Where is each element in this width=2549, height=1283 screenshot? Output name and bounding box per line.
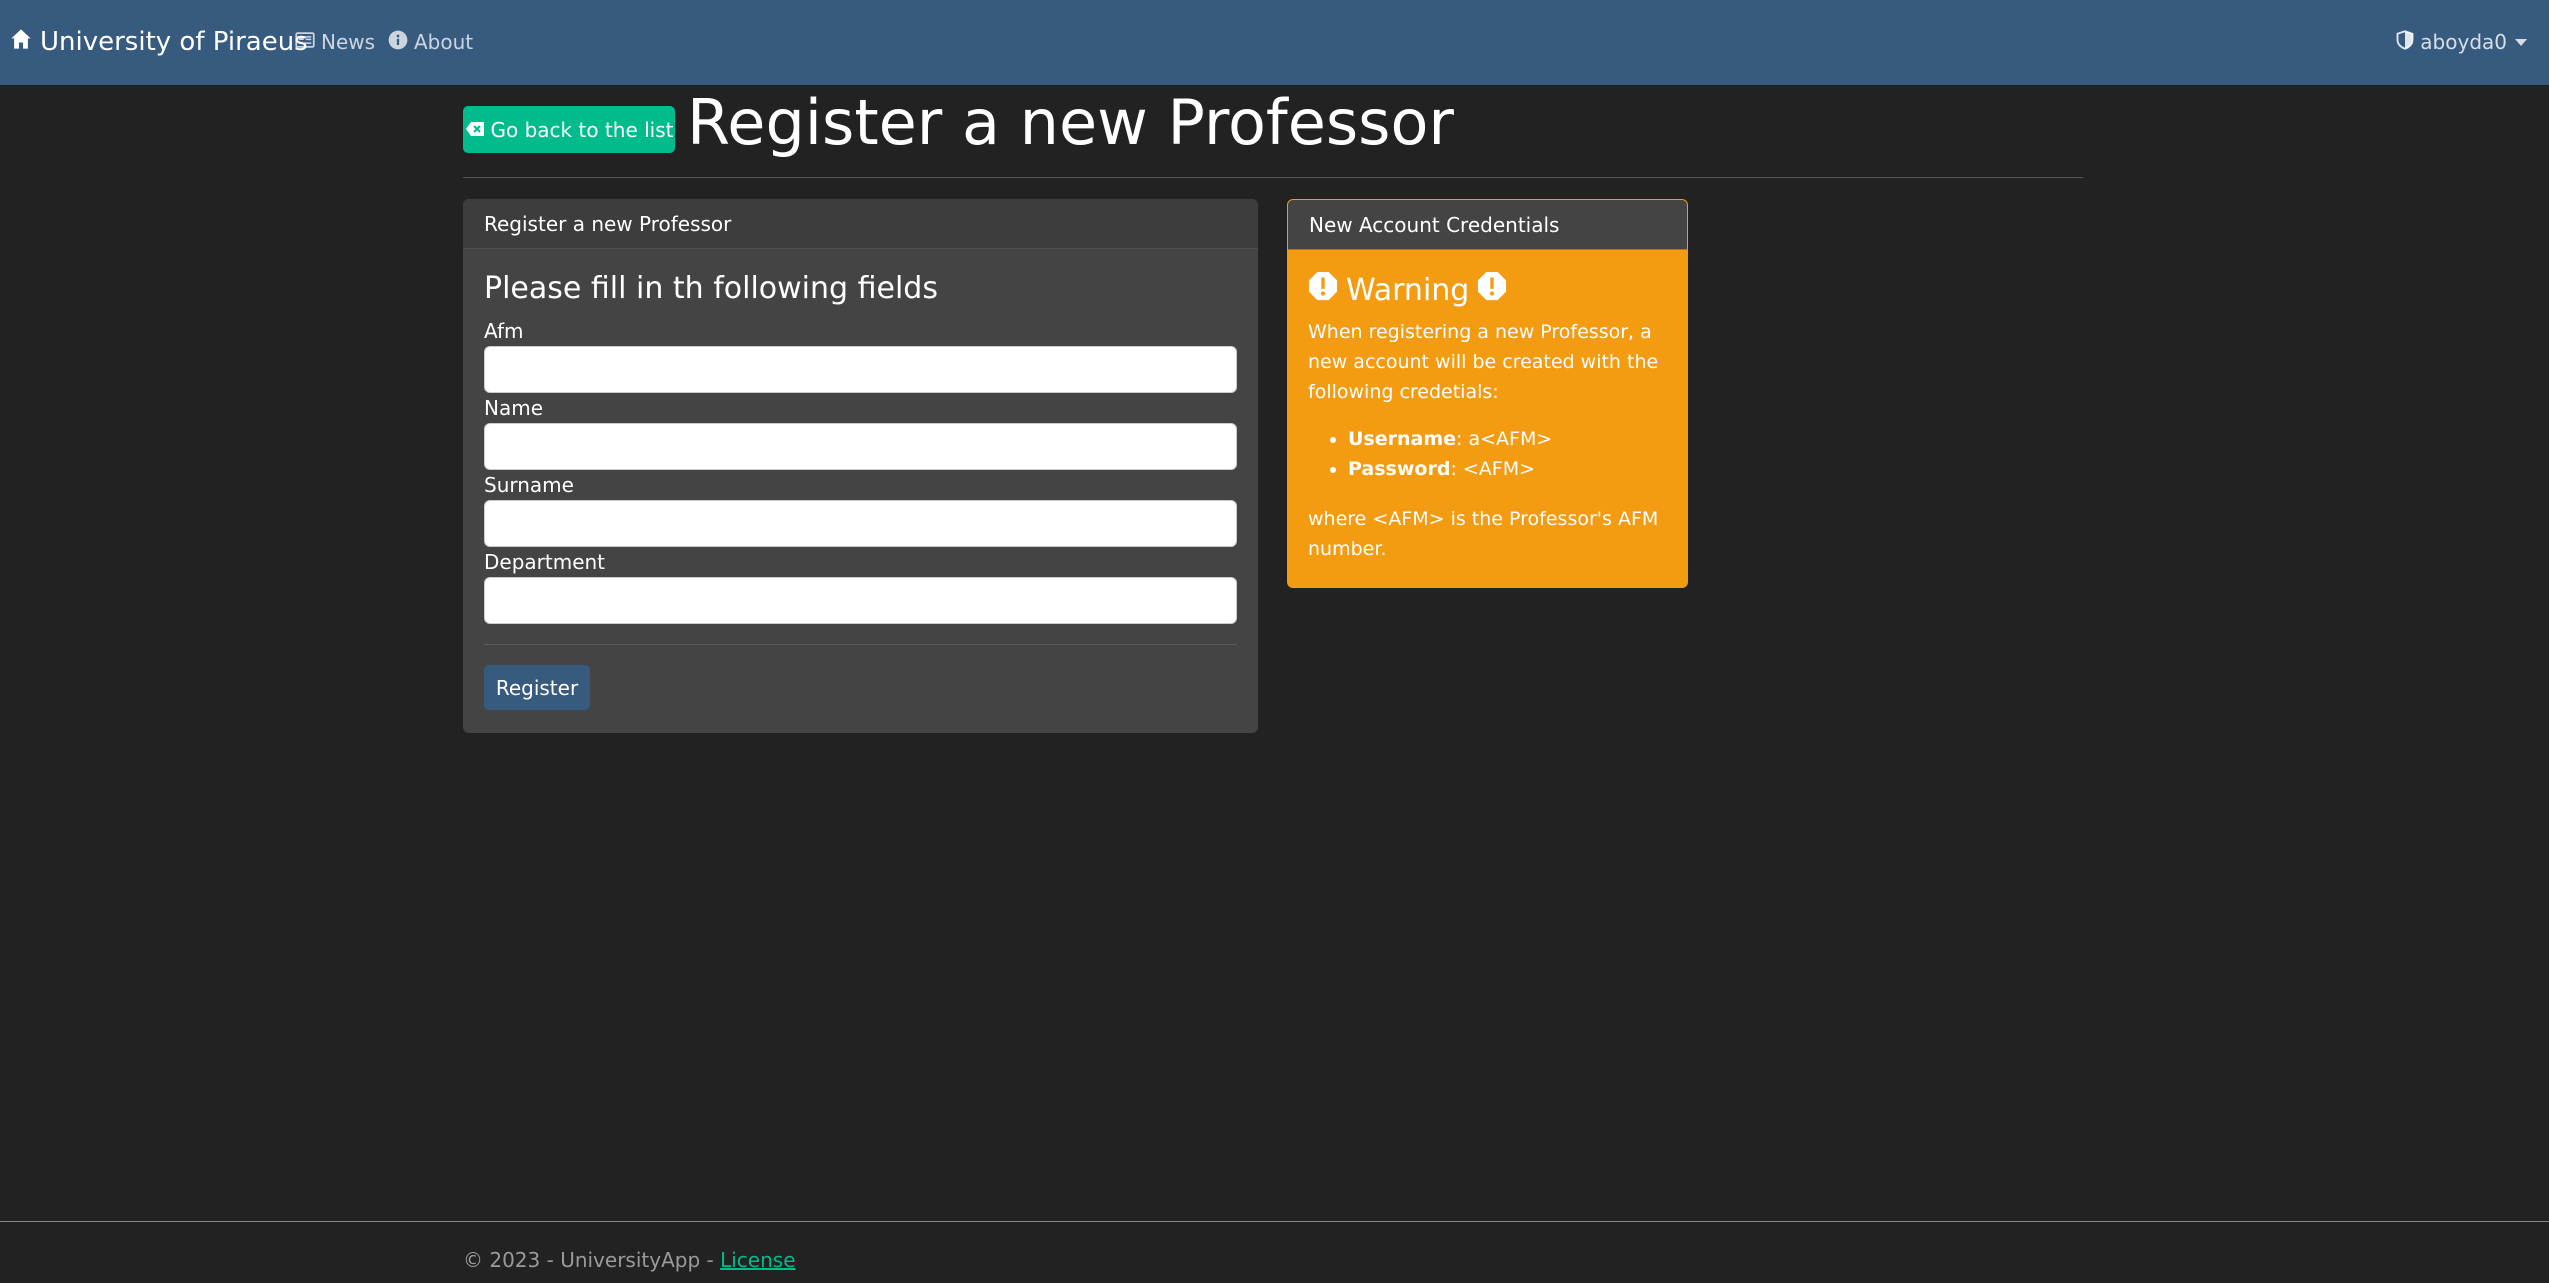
warning-note: where <AFM> is the Professor's AFM numbe… xyxy=(1308,508,1659,560)
warning-intro: When registering a new Professor, a new … xyxy=(1308,321,1659,403)
user-name: aboyda0 xyxy=(2420,30,2507,54)
exclamation-octagon-icon xyxy=(1308,271,1338,309)
navbar: University of Piraeus News About aboyda0 xyxy=(0,0,2549,85)
password-value: : <AFM> xyxy=(1450,458,1536,480)
username-key: Username xyxy=(1348,428,1457,450)
chevron-down-icon xyxy=(2515,38,2527,46)
exclamation-octagon-icon xyxy=(1477,271,1507,309)
list-item: Password: <AFM> xyxy=(1348,454,1552,484)
form-divider xyxy=(484,644,1237,645)
list-item: Username: a<AFM> xyxy=(1348,424,1552,454)
register-form-card: Register a new Professor Please fill in … xyxy=(463,199,1258,733)
footer-copyright: © 2023 - UniversityApp - xyxy=(463,1248,721,1272)
name-input[interactable] xyxy=(484,423,1237,470)
credentials-warning-card: New Account Credentials Warning When reg… xyxy=(1287,199,1688,588)
surname-label: Surname xyxy=(484,473,574,497)
nav-about-link[interactable]: About xyxy=(388,28,473,56)
brand-label: University of Piraeus xyxy=(40,27,308,57)
nav-about-label: About xyxy=(414,30,474,54)
shield-icon xyxy=(2396,29,2414,55)
warning-title: Warning xyxy=(1308,270,1507,310)
nav-news-link[interactable]: News xyxy=(295,28,375,56)
info-circle-icon xyxy=(388,30,408,55)
backspace-icon xyxy=(465,118,485,142)
department-input[interactable] xyxy=(484,577,1237,624)
department-label: Department xyxy=(484,550,606,574)
header-divider xyxy=(463,177,2083,178)
afm-input[interactable] xyxy=(484,346,1237,393)
form-card-header: Register a new Professor xyxy=(463,199,1258,249)
warning-card-header: New Account Credentials xyxy=(1288,200,1687,250)
nav-news-label: News xyxy=(321,30,376,54)
license-link[interactable]: License xyxy=(720,1248,795,1272)
newspaper-icon xyxy=(295,30,315,55)
afm-label: Afm xyxy=(484,319,524,343)
username-value: : a<AFM> xyxy=(1456,428,1553,450)
form-heading: Please fill in th following fields xyxy=(484,271,938,306)
home-icon xyxy=(10,27,32,57)
footer-text: © 2023 - UniversityApp - License xyxy=(463,1248,796,1272)
footer: © 2023 - UniversityApp - License xyxy=(0,1221,2549,1283)
back-to-list-button[interactable]: Go back to the list xyxy=(463,106,675,153)
surname-input[interactable] xyxy=(484,500,1237,547)
user-menu-toggle[interactable]: aboyda0 xyxy=(2396,28,2527,56)
page-title: Register a new Professor xyxy=(687,86,1454,159)
name-label: Name xyxy=(484,396,544,420)
password-key: Password xyxy=(1348,458,1451,480)
register-button[interactable]: Register xyxy=(484,665,590,710)
credentials-list: Username: a<AFM> Password: <AFM> xyxy=(1308,424,1552,484)
back-to-list-label: Go back to the list xyxy=(490,117,674,142)
brand-link[interactable]: University of Piraeus xyxy=(10,24,308,60)
warning-title-text: Warning xyxy=(1346,272,1470,308)
